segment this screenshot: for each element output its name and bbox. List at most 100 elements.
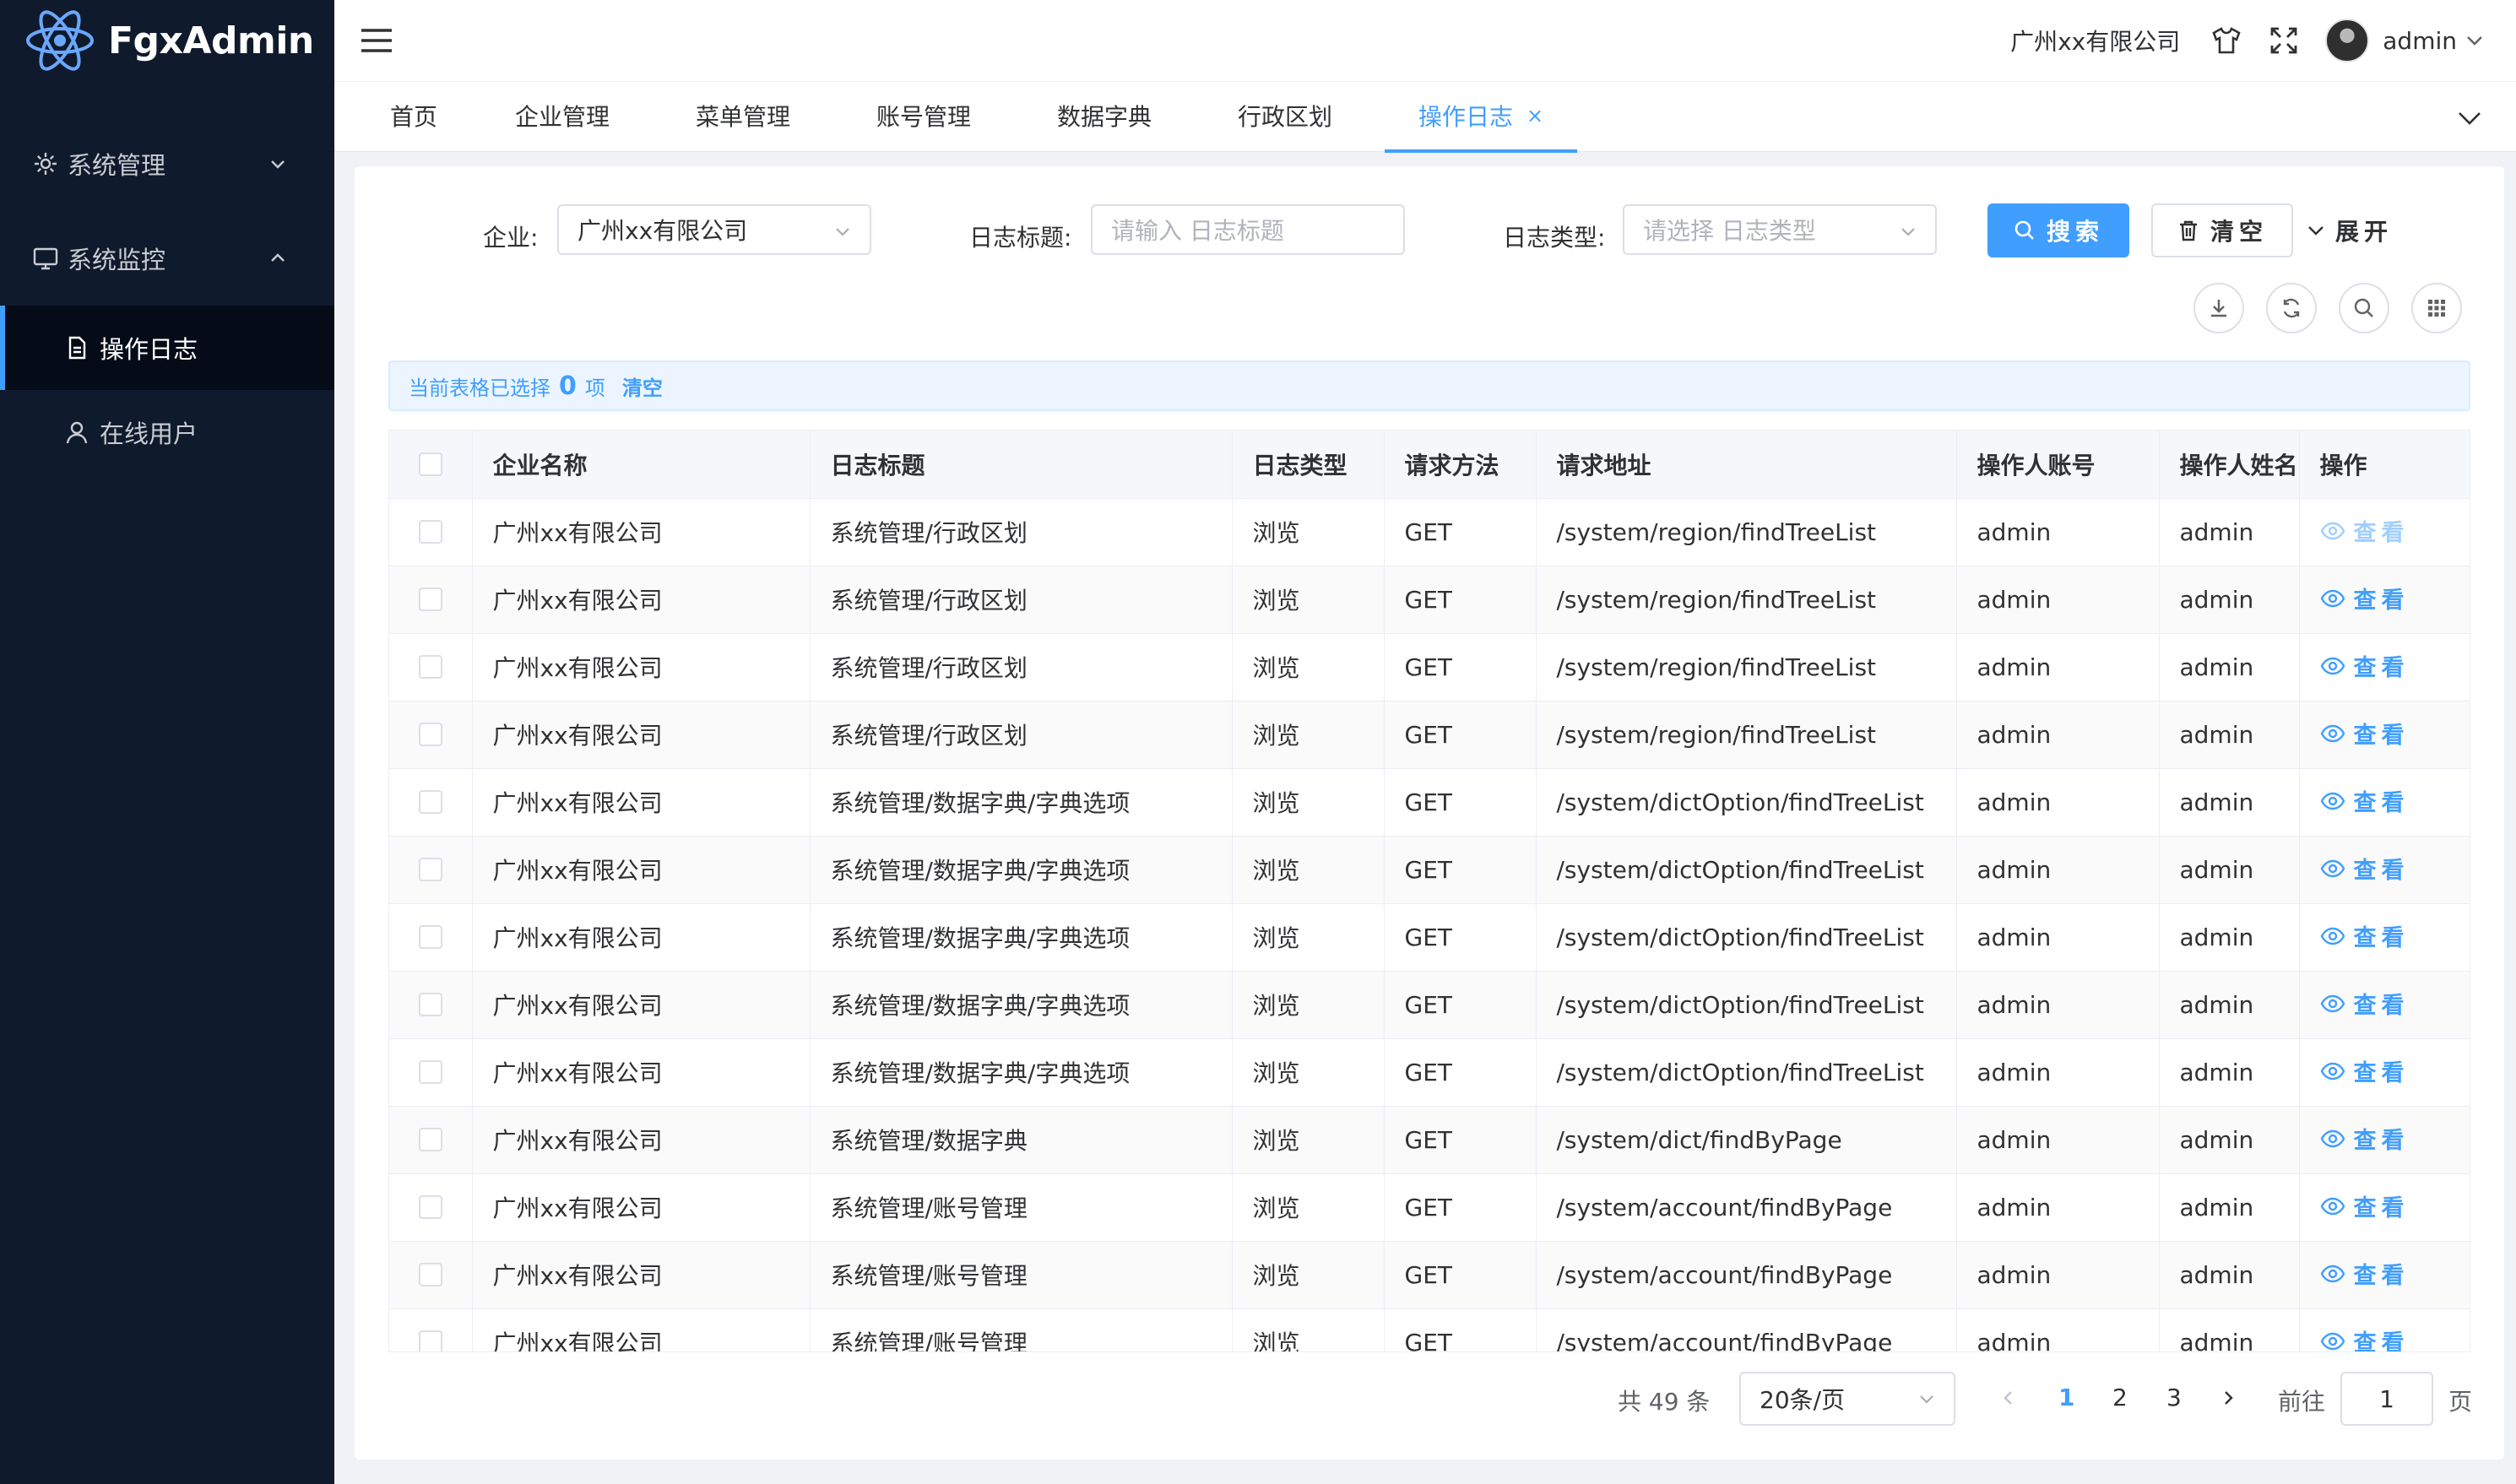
view-button[interactable]: 查看 <box>2320 1324 2410 1351</box>
column-header[interactable]: 企业名称 <box>472 431 811 499</box>
app-logo[interactable]: FgxAdmin <box>0 0 334 81</box>
column-header[interactable]: 操作人姓名 <box>2159 431 2300 499</box>
tab-region[interactable]: 行政区划 <box>1238 82 1332 149</box>
row-checkbox[interactable] <box>418 588 442 611</box>
table-row[interactable]: 广州xx有限公司 系统管理/数据字典/字典选项 浏览 GET/system/dictO… <box>389 903 2470 972</box>
tab-dictionary[interactable]: 数据字典 <box>1057 82 1152 149</box>
view-button[interactable]: 查看 <box>2320 514 2410 547</box>
table-row[interactable]: 广州xx有限公司 系统管理/行政区划 浏览 GET/system/region/fin… <box>389 701 2470 769</box>
chevron-left-icon[interactable] <box>1999 1389 2018 1407</box>
table-row[interactable]: 广州xx有限公司 系统管理/账号管理 浏览 GET/system/account/fi… <box>389 1241 2470 1309</box>
cell-account: admin <box>1956 971 2160 1039</box>
cell-account: admin <box>1956 566 2160 634</box>
sidebar-item-online-users[interactable]: 在线用户 <box>0 390 334 474</box>
table-row[interactable]: 广州xx有限公司 系统管理/账号管理 浏览 GET/system/account/fi… <box>389 1308 2470 1351</box>
view-button[interactable]: 查看 <box>2320 987 2410 1020</box>
row-checkbox[interactable] <box>418 993 442 1016</box>
table-row[interactable]: 广州xx有限公司 系统管理/数据字典/字典选项 浏览 GET/system/dictO… <box>389 768 2470 837</box>
view-button[interactable]: 查看 <box>2320 649 2410 682</box>
view-button[interactable]: 查看 <box>2320 1189 2410 1222</box>
search-button[interactable]: 搜索 <box>1987 203 2129 257</box>
chevron-down-icon[interactable] <box>2457 106 2482 131</box>
tab-enterprise[interactable]: 企业管理 <box>515 82 610 149</box>
chevron-down-icon[interactable] <box>2465 31 2484 50</box>
sidebar-group-label: 系统监控 <box>68 246 166 274</box>
column-header[interactable]: 操作人账号 <box>1956 431 2160 499</box>
table-row[interactable]: 广州xx有限公司 系统管理/行政区划 浏览 GET/system/region/fin… <box>389 633 2470 701</box>
row-checkbox[interactable] <box>418 1195 442 1219</box>
clear-button[interactable]: 清空 <box>2151 203 2293 257</box>
tab-operation-log[interactable]: 操作日志 × <box>1418 82 1543 149</box>
tab-label: 操作日志 <box>1418 103 1514 131</box>
column-header[interactable]: 日志类型 <box>1232 431 1385 499</box>
cell-name: admin <box>2159 633 2300 701</box>
cell-name: admin <box>2159 1106 2300 1174</box>
table-header-row: 企业名称 日志标题 日志类型 请求方法 请求地址 操作人账号 操作人姓名 操作 <box>389 431 2470 499</box>
view-button[interactable]: 查看 <box>2320 1122 2410 1155</box>
row-checkbox[interactable] <box>418 925 442 949</box>
table-row[interactable]: 广州xx有限公司 系统管理/数据字典 浏览 GET/system/dict/findB… <box>389 1106 2470 1174</box>
page-button[interactable]: 1 <box>2058 1384 2074 1411</box>
table-row[interactable]: 广州xx有限公司 系统管理/行政区划 浏览 GET/system/region/fin… <box>389 498 2470 566</box>
columns-button[interactable] <box>2411 283 2462 333</box>
cell-actions: 查看 <box>2299 701 2470 769</box>
refresh-button[interactable] <box>2266 283 2317 333</box>
table-row[interactable]: 广州xx有限公司 系统管理/账号管理 浏览 GET/system/account/fi… <box>389 1173 2470 1242</box>
download-button[interactable] <box>2193 283 2244 333</box>
row-checkbox[interactable] <box>418 723 442 746</box>
table-row[interactable]: 广州xx有限公司 系统管理/数据字典/字典选项 浏览 GET/system/dictO… <box>389 1038 2470 1107</box>
menu-toggle-icon[interactable] <box>360 25 393 56</box>
log-title-input[interactable]: 请输入 日志标题 <box>1091 204 1405 255</box>
view-button[interactable]: 查看 <box>2320 784 2410 817</box>
close-icon[interactable]: × <box>1526 104 1543 127</box>
page-button[interactable]: 2 <box>2112 1384 2128 1411</box>
row-checkbox[interactable] <box>418 1060 442 1084</box>
selection-clear-link[interactable]: 清空 <box>622 371 663 401</box>
cell-title: 系统管理/账号管理 <box>810 1308 1233 1351</box>
shirt-icon[interactable] <box>2210 24 2242 57</box>
column-header[interactable]: 日志标题 <box>810 431 1233 499</box>
cell-name: admin <box>2159 903 2300 972</box>
row-checkbox[interactable] <box>418 655 442 679</box>
company-name[interactable]: 广州xx有限公司 <box>2010 24 2180 57</box>
row-checkbox[interactable] <box>418 520 442 544</box>
tab-menu[interactable]: 菜单管理 <box>696 82 790 149</box>
username[interactable]: admin <box>2383 27 2457 55</box>
column-header[interactable]: 请求地址 <box>1536 431 1957 499</box>
view-button[interactable]: 查看 <box>2320 717 2410 750</box>
log-type-select[interactable]: 请选择 日志类型 <box>1623 204 1937 255</box>
table-row[interactable]: 广州xx有限公司 系统管理/行政区划 浏览 GET/system/region/fin… <box>389 566 2470 634</box>
sidebar-group-system-monitor[interactable]: 系统监控 <box>0 211 334 306</box>
select-all-checkbox[interactable] <box>418 452 442 476</box>
view-button[interactable]: 查看 <box>2320 852 2410 885</box>
page-size-select[interactable]: 20条/页 <box>1739 1372 1955 1426</box>
view-button[interactable]: 查看 <box>2320 1257 2410 1290</box>
expand-button[interactable]: 展开 <box>2307 203 2393 257</box>
table-row[interactable]: 广州xx有限公司 系统管理/数据字典/字典选项 浏览 GET/system/dictO… <box>389 836 2470 904</box>
table-row[interactable]: 广州xx有限公司 系统管理/数据字典/字典选项 浏览 GET/system/dictO… <box>389 971 2470 1039</box>
column-header[interactable]: 请求方法 <box>1384 431 1537 499</box>
page-button[interactable]: 3 <box>2166 1384 2182 1411</box>
sidebar-item-operation-log[interactable]: 操作日志 <box>0 306 334 390</box>
row-checkbox[interactable] <box>418 858 442 881</box>
tab-account[interactable]: 账号管理 <box>876 82 971 149</box>
cell-actions: 查看 <box>2299 1308 2470 1351</box>
toggle-search-button[interactable] <box>2339 283 2389 333</box>
sidebar-group-system-management[interactable]: 系统管理 <box>0 116 334 211</box>
tab-home[interactable]: 首页 <box>390 82 437 149</box>
row-checkbox[interactable] <box>418 1330 442 1351</box>
view-button[interactable]: 查看 <box>2320 919 2410 952</box>
row-checkbox[interactable] <box>418 1263 442 1286</box>
fullscreen-icon[interactable] <box>2268 24 2300 57</box>
chevron-right-icon[interactable] <box>2219 1389 2237 1407</box>
tab-label: 数据字典 <box>1057 103 1152 131</box>
company-select[interactable]: 广州xx有限公司 <box>557 204 871 255</box>
cell-method: GET <box>1384 498 1537 566</box>
row-checkbox[interactable] <box>418 790 442 814</box>
view-button[interactable]: 查看 <box>2320 1054 2410 1087</box>
view-button[interactable]: 查看 <box>2320 582 2410 615</box>
column-header: 操作 <box>2299 431 2470 499</box>
page-jump-input[interactable]: 1 <box>2340 1372 2433 1426</box>
avatar[interactable] <box>2325 19 2370 62</box>
row-checkbox[interactable] <box>418 1128 442 1151</box>
